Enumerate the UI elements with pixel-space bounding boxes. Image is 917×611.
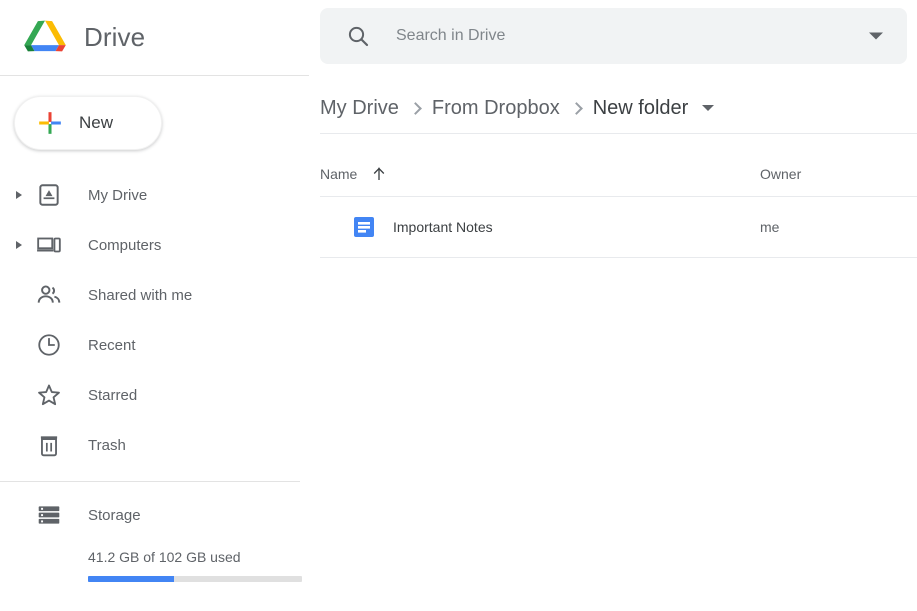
plus-icon (39, 112, 61, 134)
table-row[interactable]: Important Notes me (320, 197, 917, 257)
table-header: Name Owner (320, 152, 917, 196)
sidebar-item-label: Starred (88, 386, 138, 404)
storage-divider (0, 481, 300, 482)
storage-usage-text: 41.2 GB of 102 GB used (88, 549, 241, 565)
storage-progress-bar (88, 576, 302, 582)
trash-icon (40, 436, 58, 457)
breadcrumb-item-my-drive[interactable]: My Drive (320, 97, 399, 120)
column-header-name[interactable]: Name (320, 166, 387, 182)
computers-icon (37, 237, 61, 253)
breadcrumb-item-from-dropbox[interactable]: From Dropbox (432, 97, 560, 120)
brand-header[interactable]: Drive (0, 0, 310, 75)
sidebar-item-storage[interactable]: Storage (0, 490, 310, 540)
people-icon (37, 285, 61, 303)
breadcrumb-separator-icon (569, 101, 583, 115)
brand-name: Drive (84, 22, 146, 52)
storage-icon (38, 506, 60, 524)
sidebar-item-computers[interactable]: Computers (0, 220, 310, 270)
header-divider (0, 75, 309, 76)
sidebar-item-shared-with-me[interactable]: Shared with me (0, 270, 310, 320)
sidebar-item-my-drive[interactable]: My Drive (0, 170, 310, 220)
sidebar-nav: My Drive Computers Shared with me Recent… (0, 170, 310, 470)
new-button[interactable]: New (14, 96, 162, 150)
storage-progress-fill (88, 576, 174, 582)
star-icon (38, 384, 60, 406)
sidebar-item-label: Computers (88, 236, 162, 254)
breadcrumb-separator-icon (409, 101, 422, 115)
file-name: Important Notes (393, 219, 493, 235)
main-content: Search in Drive My Drive From Dropbox Ne… (310, 0, 917, 611)
google-docs-icon (354, 217, 374, 237)
sidebar-item-recent[interactable]: Recent (0, 320, 310, 370)
clock-icon (38, 334, 60, 356)
column-header-name-label: Name (320, 166, 358, 182)
breadcrumb-menu-chevron-down-icon[interactable] (702, 105, 715, 111)
sidebar-item-label: Shared with me (88, 286, 193, 304)
expand-caret-icon[interactable] (16, 241, 22, 249)
sidebar-item-starred[interactable]: Starred (0, 370, 310, 420)
expand-caret-icon[interactable] (16, 191, 22, 199)
breadcrumb-divider (320, 133, 917, 134)
breadcrumb: My Drive From Dropbox New folder (320, 86, 715, 130)
search-icon (348, 26, 369, 47)
sidebar-item-label: Recent (88, 336, 136, 354)
file-owner: me (760, 219, 780, 235)
sidebar-item-trash[interactable]: Trash (0, 420, 310, 470)
google-drive-logo-icon (24, 20, 66, 51)
my-drive-icon (39, 184, 59, 206)
search-bar[interactable]: Search in Drive (320, 8, 907, 64)
table-row-divider (320, 257, 917, 258)
sidebar-item-label: My Drive (88, 186, 148, 204)
arrow-up-icon (374, 167, 385, 180)
breadcrumb-item-new-folder[interactable]: New folder (593, 97, 689, 120)
column-header-owner[interactable]: Owner (760, 166, 801, 182)
sidebar-item-label: Trash (88, 436, 126, 454)
sidebar: Drive New My Drive Computers Shared with… (0, 0, 310, 611)
search-input[interactable]: Search in Drive (396, 27, 505, 45)
search-options-chevron-down-icon[interactable] (869, 32, 883, 40)
drive-app: Drive New My Drive Computers Shared with… (0, 0, 917, 611)
new-button-label: New (79, 113, 114, 132)
storage-label: Storage (88, 506, 141, 524)
